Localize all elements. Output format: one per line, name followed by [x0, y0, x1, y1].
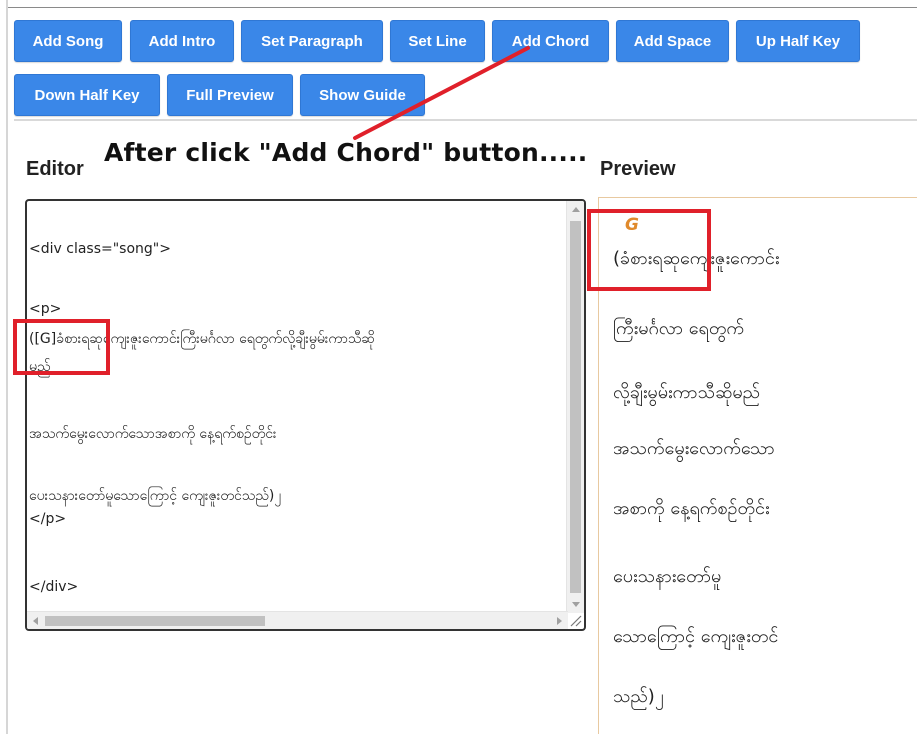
editor-vertical-scrollbar[interactable] [566, 201, 584, 613]
annotation-caption: After click "Add Chord" button..... [104, 138, 588, 167]
preview-line: ပေးသနားတော်မူ [613, 566, 722, 587]
add-song-button[interactable]: Add Song [14, 20, 122, 62]
set-line-button[interactable]: Set Line [390, 20, 485, 62]
add-chord-button[interactable]: Add Chord [492, 20, 609, 62]
set-paragraph-button[interactable]: Set Paragraph [241, 20, 383, 62]
toolbar-divider [14, 119, 917, 121]
window-left-edge [0, 0, 8, 734]
up-half-key-button[interactable]: Up Half Key [736, 20, 860, 62]
scroll-left-icon[interactable] [33, 617, 38, 625]
editor-line: ပေးသနားတော်မူသောကြောင့် ကျေးဇူးတင်သည်)၂ [29, 488, 282, 504]
editor-chord-highlight [13, 319, 110, 375]
show-guide-button[interactable]: Show Guide [300, 74, 425, 116]
preview-line: လို့ချီးမွမ်းကာသီဆိုမည် [613, 382, 761, 403]
preview-line: ကြီးမင်္ဂလာ ရေတွက် [613, 318, 745, 339]
scroll-right-icon[interactable] [557, 617, 562, 625]
editor-horizontal-scrollbar[interactable] [27, 611, 568, 629]
scroll-up-icon[interactable] [572, 207, 580, 212]
add-intro-button[interactable]: Add Intro [130, 20, 234, 62]
editor-line: <div class="song"> [29, 241, 171, 257]
window-top-edge [8, 0, 917, 8]
editor-textarea[interactable]: <div class="song"> <p> ([G]ခံစားရဆုကျေးဇ… [25, 199, 586, 631]
editor-horizontal-scroll-thumb[interactable] [45, 616, 265, 626]
preview-line: အစာကို နေ့ရက်စဉ်တိုင်း [613, 498, 770, 519]
preview-chord-highlight [587, 209, 711, 291]
editor-line: </div> [29, 579, 79, 595]
editor-label: Editor [26, 158, 84, 180]
full-preview-button[interactable]: Full Preview [167, 74, 293, 116]
preview-line: သောကြောင့် ကျေးဇူးတင် [613, 626, 779, 647]
resize-grip-icon[interactable] [568, 613, 582, 627]
editor-vertical-scroll-thumb[interactable] [570, 221, 581, 593]
editor-line: အသက်မွေးလောက်သောအစာကို နေ့ရက်စဉ်တိုင်း [29, 426, 277, 442]
editor-line: </p> [29, 511, 67, 527]
down-half-key-button[interactable]: Down Half Key [14, 74, 160, 116]
preview-line: အသက်မွေးလောက်သော [613, 438, 775, 459]
preview-line: သည်)၂ [613, 686, 664, 707]
add-space-button[interactable]: Add Space [616, 20, 729, 62]
scroll-down-icon[interactable] [572, 602, 580, 607]
editor-line: <p> [29, 301, 62, 317]
preview-label: Preview [600, 158, 676, 180]
